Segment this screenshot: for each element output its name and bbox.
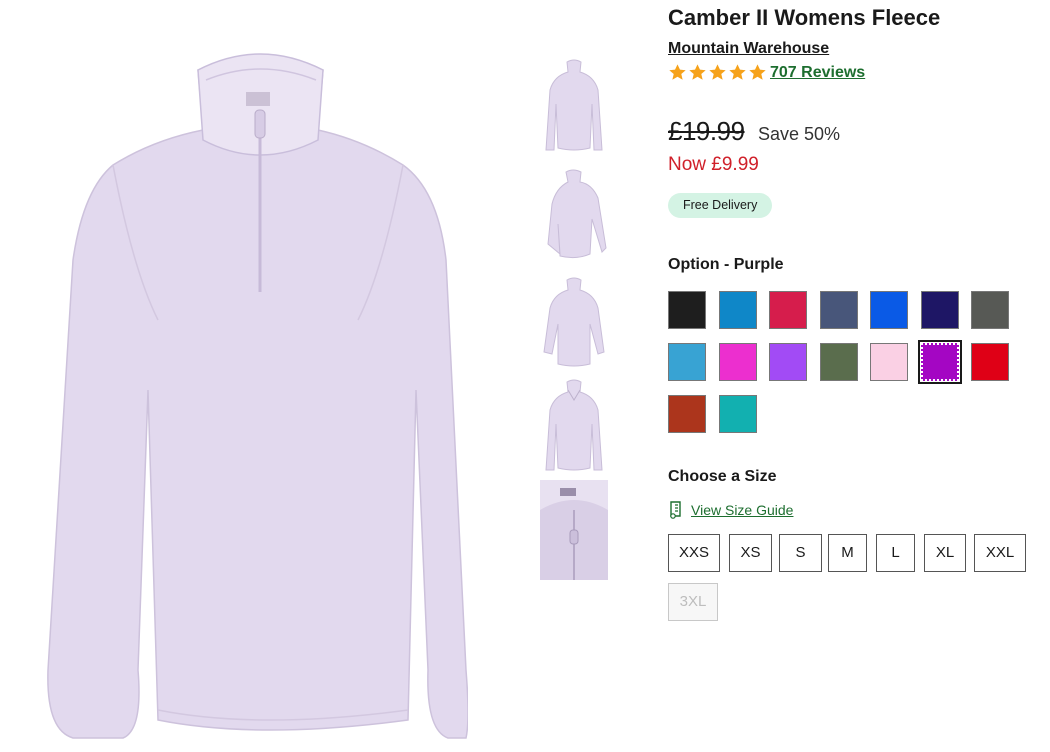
sale-price: Now £9.99 <box>668 154 759 175</box>
colour-swatch-indigo[interactable] <box>920 291 959 329</box>
colour-swatch-navy[interactable] <box>819 291 858 329</box>
colour-swatch-violet[interactable] <box>769 343 807 381</box>
size-heading: Choose a Size <box>668 468 777 485</box>
fleece-main-illustration <box>47 53 469 739</box>
colour-swatch-green[interactable] <box>819 343 858 381</box>
size-button-xxs[interactable]: XXS <box>668 534 720 572</box>
thumbnail-front[interactable] <box>540 54 608 154</box>
star-icon <box>749 64 766 80</box>
size-button-xxl[interactable]: XXL <box>974 534 1026 572</box>
star-icon <box>709 64 726 80</box>
savings-text: Save 50% <box>758 124 841 144</box>
original-price: £19.99 <box>668 116 745 146</box>
colour-swatch-bright-blue[interactable] <box>870 291 908 329</box>
colour-swatch-light-blue[interactable] <box>668 343 706 381</box>
size-button-xs[interactable]: XS <box>729 534 772 572</box>
size-guide-link[interactable]: View Size Guide <box>668 501 793 519</box>
colour-swatch-pink[interactable] <box>769 291 807 329</box>
size-button-3xl: 3XL <box>668 583 718 621</box>
reviews-link[interactable]: 707 Reviews <box>770 64 865 82</box>
colour-swatch-blue[interactable] <box>718 291 757 329</box>
colour-swatch-pale-pink[interactable] <box>870 343 908 381</box>
size-button-l[interactable]: L <box>876 534 915 572</box>
colour-swatch-grey[interactable] <box>971 291 1009 329</box>
colour-swatch-teal[interactable] <box>718 395 757 433</box>
thumbnail-detail[interactable] <box>540 480 608 580</box>
colour-swatch-rust[interactable] <box>668 395 706 433</box>
brand-link[interactable]: Mountain Warehouse <box>668 40 829 58</box>
thumbnail-back[interactable] <box>540 272 608 372</box>
rating-row: 707 Reviews <box>668 63 865 82</box>
star-rating <box>668 63 767 82</box>
thumbnail-angle[interactable] <box>540 376 608 476</box>
size-guide-icon <box>670 501 681 519</box>
size-button-m[interactable]: M <box>828 534 867 572</box>
star-icon <box>689 64 706 80</box>
size-button-xl[interactable]: XL <box>924 534 966 572</box>
colour-swatch-red[interactable] <box>971 343 1009 381</box>
size-guide-label: View Size Guide <box>691 502 794 518</box>
colour-swatch-black[interactable] <box>668 291 706 329</box>
free-delivery-badge: Free Delivery <box>668 193 773 218</box>
colour-swatch-magenta[interactable] <box>718 343 757 381</box>
star-icon <box>729 64 746 80</box>
size-button-s[interactable]: S <box>779 534 822 572</box>
colour-swatch-purple[interactable] <box>917 340 962 384</box>
colour-option-label: Option - Purple <box>668 256 784 273</box>
main-product-image[interactable] <box>38 30 469 740</box>
thumbnail-side[interactable] <box>540 164 608 264</box>
product-title: Camber II Womens Fleece <box>668 5 941 30</box>
star-icon <box>669 64 686 80</box>
